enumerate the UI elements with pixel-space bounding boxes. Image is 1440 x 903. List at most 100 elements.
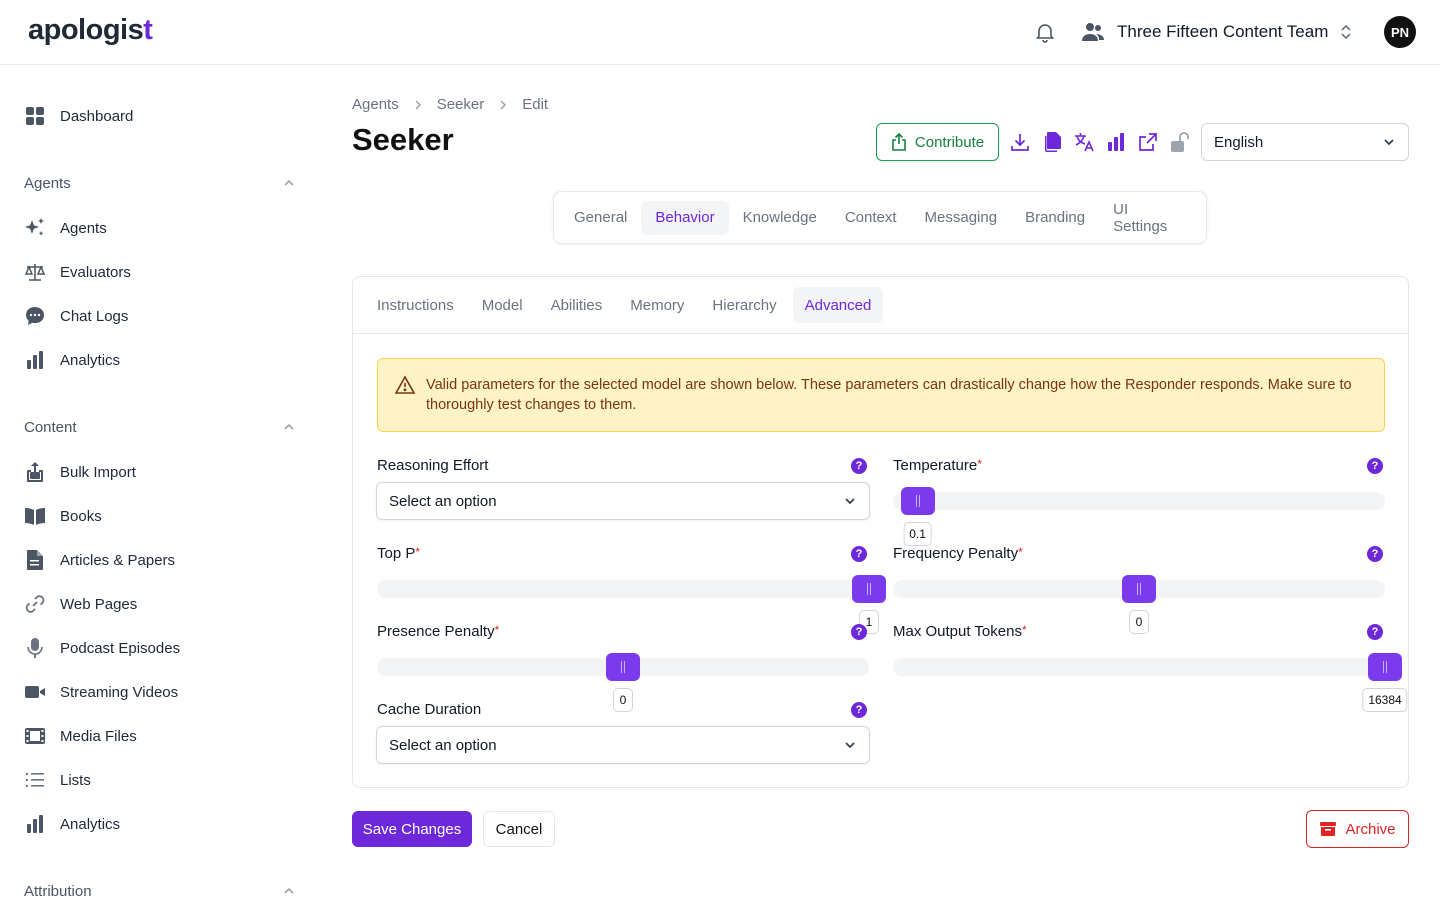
max-output-tokens-slider[interactable]: 16384 <box>893 653 1408 712</box>
analytics-icon[interactable] <box>1104 130 1128 154</box>
grip-icon <box>1137 583 1141 595</box>
team-switcher[interactable]: Three Fifteen Content Team <box>1117 22 1328 42</box>
tab-messaging[interactable]: Messaging <box>911 201 1012 235</box>
external-link-icon[interactable] <box>1136 130 1160 154</box>
chevron-up-down-icon[interactable] <box>1338 22 1354 42</box>
help-icon[interactable]: ? <box>851 624 867 640</box>
frequency-penalty-label: Frequency Penalty* <box>893 545 1023 562</box>
sidebar-item-books[interactable]: Books <box>24 501 102 531</box>
sidebar-item-podcast-episodes[interactable]: Podcast Episodes <box>24 633 180 663</box>
slider-value: 0.1 <box>903 522 932 546</box>
temperature-slider[interactable]: 0.1 <box>893 487 1385 546</box>
sidebar-item-label: Streaming Videos <box>60 683 179 701</box>
label-text: Top P <box>377 545 416 562</box>
dashboard-icon <box>24 105 46 127</box>
help-icon[interactable]: ? <box>1367 624 1383 640</box>
tab-context[interactable]: Context <box>831 201 911 235</box>
label-text: Max Output Tokens <box>893 623 1022 640</box>
help-icon[interactable]: ? <box>851 458 867 474</box>
subtab-abilities[interactable]: Abilities <box>539 287 615 323</box>
cancel-button[interactable]: Cancel <box>483 811 555 847</box>
video-camera-icon <box>24 681 46 703</box>
sidebar-item-media-files[interactable]: Media Files <box>24 721 137 751</box>
warning-alert: Valid parameters for the selected model … <box>377 358 1385 432</box>
slider-thumb[interactable] <box>606 653 640 681</box>
slider-value: 0 <box>613 688 633 712</box>
cache-duration-select[interactable]: Select an option <box>376 726 870 764</box>
upload-box-icon <box>24 461 46 483</box>
slider-track <box>893 658 1385 676</box>
archive-button[interactable]: Archive <box>1306 810 1409 848</box>
bar-chart-icon <box>24 349 46 371</box>
chevron-down-icon <box>845 498 855 505</box>
bar-chart-icon <box>24 813 46 835</box>
download-icon[interactable] <box>1008 130 1032 154</box>
sidebar: Dashboard Agents Agents Evaluators Chat … <box>0 65 320 900</box>
copy-icon[interactable] <box>1040 130 1064 154</box>
slider-thumb[interactable] <box>1122 575 1156 603</box>
sidebar-item-analytics-content[interactable]: Analytics <box>24 809 120 839</box>
reasoning-effort-select[interactable]: Select an option <box>376 482 870 520</box>
translate-icon[interactable] <box>1072 130 1096 154</box>
cache-duration-label: Cache Duration <box>377 701 481 718</box>
sidebar-item-label: Podcast Episodes <box>60 639 181 657</box>
slider-value: 0 <box>1129 610 1149 634</box>
unlock-icon[interactable] <box>1168 130 1192 154</box>
tab-general[interactable]: General <box>560 201 641 235</box>
sidebar-item-agents[interactable]: Agents <box>24 213 107 243</box>
help-icon[interactable]: ? <box>851 702 867 718</box>
tab-ui-settings[interactable]: UI Settings <box>1099 201 1200 235</box>
section-header-agents[interactable]: Agents <box>24 171 296 195</box>
sidebar-item-evaluators[interactable]: Evaluators <box>24 257 131 287</box>
slider-thumb[interactable] <box>1368 653 1402 681</box>
slider-thumb[interactable] <box>852 575 886 603</box>
save-changes-button[interactable]: Save Changes <box>352 811 472 847</box>
chevron-up-icon <box>284 887 294 894</box>
section-header-content[interactable]: Content <box>24 415 296 439</box>
breadcrumb-seeker[interactable]: Seeker <box>437 96 485 113</box>
main-tabs: General Behavior Knowledge Context Messa… <box>553 191 1207 244</box>
frequency-penalty-slider[interactable]: 0 <box>893 575 1385 634</box>
help-icon[interactable]: ? <box>851 546 867 562</box>
logo-cross: t <box>143 14 153 46</box>
contribute-button[interactable]: Contribute <box>876 123 999 161</box>
notification-bell-icon[interactable] <box>1033 20 1057 44</box>
slider-thumb[interactable] <box>900 487 935 515</box>
grip-icon <box>621 661 625 673</box>
app-logo[interactable]: apologist <box>28 14 153 47</box>
subtab-model[interactable]: Model <box>470 287 535 323</box>
breadcrumb-edit: Edit <box>522 96 549 113</box>
sidebar-item-label: Lists <box>60 771 91 789</box>
sidebar-item-dashboard[interactable]: Dashboard <box>24 101 133 131</box>
help-icon[interactable]: ? <box>1367 546 1383 562</box>
subtab-hierarchy[interactable]: Hierarchy <box>700 287 788 323</box>
breadcrumb-agents[interactable]: Agents <box>352 96 399 113</box>
warning-triangle-icon <box>395 375 415 394</box>
section-label: Content <box>24 418 77 436</box>
tab-behavior[interactable]: Behavior <box>641 200 729 235</box>
user-avatar[interactable]: PN <box>1384 16 1416 48</box>
scale-icon <box>24 261 46 283</box>
sidebar-item-web-pages[interactable]: Web Pages <box>24 589 137 619</box>
help-icon[interactable]: ? <box>1367 458 1383 474</box>
label-text: Cache Duration <box>377 701 482 718</box>
sidebar-item-analytics-agents[interactable]: Analytics <box>24 345 120 375</box>
subtab-instructions[interactable]: Instructions <box>365 287 466 323</box>
contribute-label: Contribute <box>914 133 985 151</box>
subtab-memory[interactable]: Memory <box>618 287 696 323</box>
sidebar-item-chat-logs[interactable]: Chat Logs <box>24 301 128 331</box>
tab-branding[interactable]: Branding <box>1011 201 1099 235</box>
sidebar-item-bulk-import[interactable]: Bulk Import <box>24 457 136 487</box>
subtab-advanced[interactable]: Advanced <box>792 287 884 323</box>
sidebar-item-label: Analytics <box>60 351 121 369</box>
label-text: Frequency Penalty <box>893 545 1019 562</box>
tab-knowledge[interactable]: Knowledge <box>729 201 831 235</box>
presence-penalty-slider[interactable]: 0 <box>377 653 869 712</box>
sidebar-item-articles-papers[interactable]: Articles & Papers <box>24 545 175 575</box>
top-p-slider[interactable]: 1 <box>377 575 886 634</box>
language-select[interactable]: English <box>1201 123 1409 161</box>
link-icon <box>24 593 46 615</box>
sidebar-item-lists[interactable]: Lists <box>24 765 91 795</box>
section-header-attribution[interactable]: Attribution <box>24 879 296 903</box>
sidebar-item-streaming-videos[interactable]: Streaming Videos <box>24 677 178 707</box>
